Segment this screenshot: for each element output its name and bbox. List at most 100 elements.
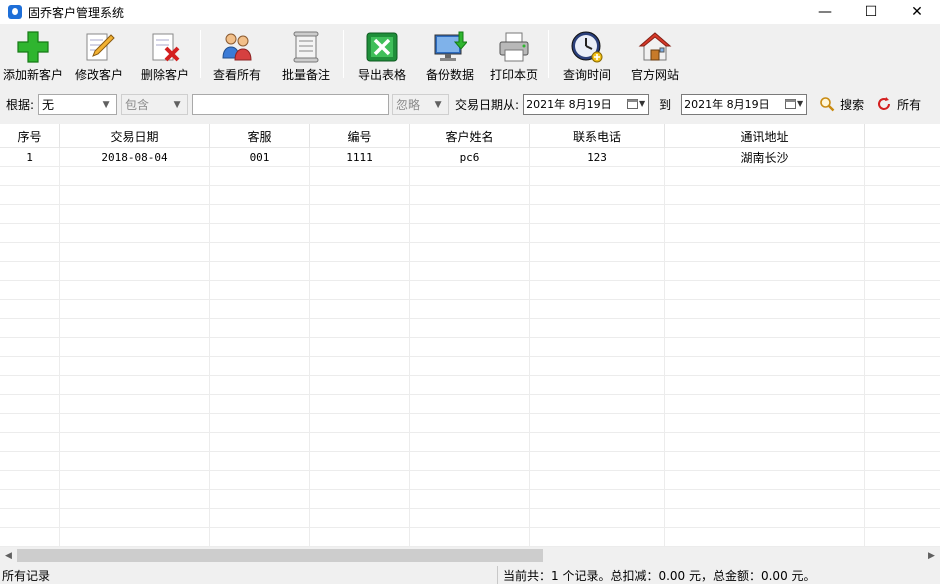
edit-customer-button[interactable]: 修改客户	[66, 24, 132, 82]
maximize-button[interactable]: ☐	[848, 0, 894, 24]
empty-cell	[865, 167, 940, 185]
empty-cell	[665, 414, 865, 432]
export-table-button[interactable]: 导出表格	[346, 24, 418, 82]
empty-cell	[665, 357, 865, 375]
empty-cell	[0, 433, 60, 451]
empty-cell	[530, 490, 665, 508]
search-input[interactable]	[192, 93, 390, 115]
horizontal-scrollbar[interactable]: ◀ ▶	[0, 547, 940, 564]
official-website-button[interactable]: 官方网站	[623, 24, 687, 82]
empty-cell	[865, 490, 940, 508]
empty-cell	[665, 471, 865, 489]
empty-cell	[60, 205, 210, 223]
empty-cell	[60, 414, 210, 432]
scrollbar-track[interactable]	[17, 547, 923, 564]
column-header-phone[interactable]: 联系电话	[530, 124, 665, 148]
empty-cell	[530, 471, 665, 489]
empty-cell	[210, 243, 310, 261]
match-select[interactable]: 包含 ▼	[121, 93, 189, 115]
cell-phone: 123	[530, 148, 665, 166]
empty-table-row	[0, 262, 940, 281]
basis-select[interactable]: 无 ▼	[38, 93, 118, 115]
empty-cell	[865, 452, 940, 470]
case-select[interactable]: 忽略 ▼	[392, 93, 450, 115]
cell-service: 001	[210, 148, 310, 166]
empty-cell	[210, 509, 310, 527]
scrollbar-thumb[interactable]	[17, 549, 543, 562]
empty-cell	[210, 205, 310, 223]
empty-cell	[310, 319, 410, 337]
empty-cell	[530, 395, 665, 413]
empty-table-row	[0, 243, 940, 262]
empty-cell	[60, 300, 210, 318]
empty-cell	[665, 528, 865, 546]
empty-cell	[0, 528, 60, 546]
calendar-icon: ▼	[626, 98, 645, 109]
date-from-picker[interactable]: 2021年 8月19日 ▼	[523, 93, 650, 115]
column-header-address[interactable]: 通讯地址	[665, 124, 865, 148]
scroll-left-icon[interactable]: ◀	[0, 547, 17, 564]
empty-cell	[0, 509, 60, 527]
empty-cell	[210, 281, 310, 299]
empty-cell	[310, 433, 410, 451]
empty-cell	[665, 186, 865, 204]
empty-cell	[530, 319, 665, 337]
column-header-name[interactable]: 客户姓名	[410, 124, 530, 148]
empty-cell	[530, 433, 665, 451]
empty-cell	[60, 452, 210, 470]
column-header-number[interactable]: 编号	[310, 124, 410, 148]
match-select-value: 包含	[125, 97, 150, 112]
add-customer-button[interactable]: 添加新客户	[0, 24, 66, 82]
empty-cell	[310, 224, 410, 242]
status-summary: 当前共：1 个记录。总扣减：0.00 元，总金额：0.00 元。	[503, 568, 816, 583]
empty-cell	[210, 224, 310, 242]
empty-cell	[530, 205, 665, 223]
empty-table-row	[0, 186, 940, 205]
search-button-label: 搜索	[840, 97, 865, 112]
empty-cell	[410, 509, 530, 527]
users-icon	[220, 30, 254, 64]
column-header-date[interactable]: 交易日期	[60, 124, 210, 148]
view-all-button[interactable]: 查看所有	[203, 24, 271, 82]
empty-cell	[410, 205, 530, 223]
empty-cell	[210, 395, 310, 413]
table-row[interactable]: 1 2018-08-04 001 1111 pc6 123 湖南长沙	[0, 148, 940, 167]
empty-cell	[865, 186, 940, 204]
empty-table-row	[0, 338, 940, 357]
empty-cell	[665, 205, 865, 223]
scroll-right-icon[interactable]: ▶	[923, 547, 940, 564]
empty-cell	[410, 300, 530, 318]
empty-cell	[210, 490, 310, 508]
date-from-label: 交易日期从:	[455, 97, 520, 112]
show-all-button[interactable]: 所有	[876, 96, 921, 113]
empty-cell	[410, 224, 530, 242]
excel-icon	[365, 30, 399, 64]
empty-cell	[530, 414, 665, 432]
empty-cell	[665, 376, 865, 394]
empty-cell	[665, 224, 865, 242]
column-header-service[interactable]: 客服	[210, 124, 310, 148]
empty-cell	[410, 490, 530, 508]
delete-customer-button[interactable]: 删除客户	[132, 24, 198, 82]
column-header-index[interactable]: 序号	[0, 124, 60, 148]
empty-cell	[865, 395, 940, 413]
batch-note-button[interactable]: 批量备注	[271, 24, 341, 82]
date-to-picker[interactable]: 2021年 8月19日 ▼	[681, 93, 808, 115]
query-time-button[interactable]: 查询时间	[551, 24, 623, 82]
minimize-button[interactable]: —	[802, 0, 848, 24]
filter-bar: 根据: 无 ▼ 包含 ▼ 忽略 ▼ 交易日期从: 2021年 8月19日 ▼ 到…	[0, 90, 940, 118]
search-button[interactable]: 搜索	[819, 96, 864, 113]
backup-data-button[interactable]: 备份数据	[418, 24, 482, 82]
empty-cell	[210, 186, 310, 204]
empty-cell	[60, 509, 210, 527]
empty-cell	[60, 262, 210, 280]
empty-cell	[310, 243, 410, 261]
empty-cell	[410, 262, 530, 280]
empty-cell	[530, 338, 665, 356]
close-button[interactable]: ✕	[894, 0, 940, 24]
empty-cell	[865, 509, 940, 527]
title-bar: 固乔客户管理系统 — ☐ ✕	[0, 0, 940, 24]
empty-cell	[665, 243, 865, 261]
print-page-button[interactable]: 打印本页	[482, 24, 546, 82]
show-all-button-label: 所有	[897, 97, 922, 112]
